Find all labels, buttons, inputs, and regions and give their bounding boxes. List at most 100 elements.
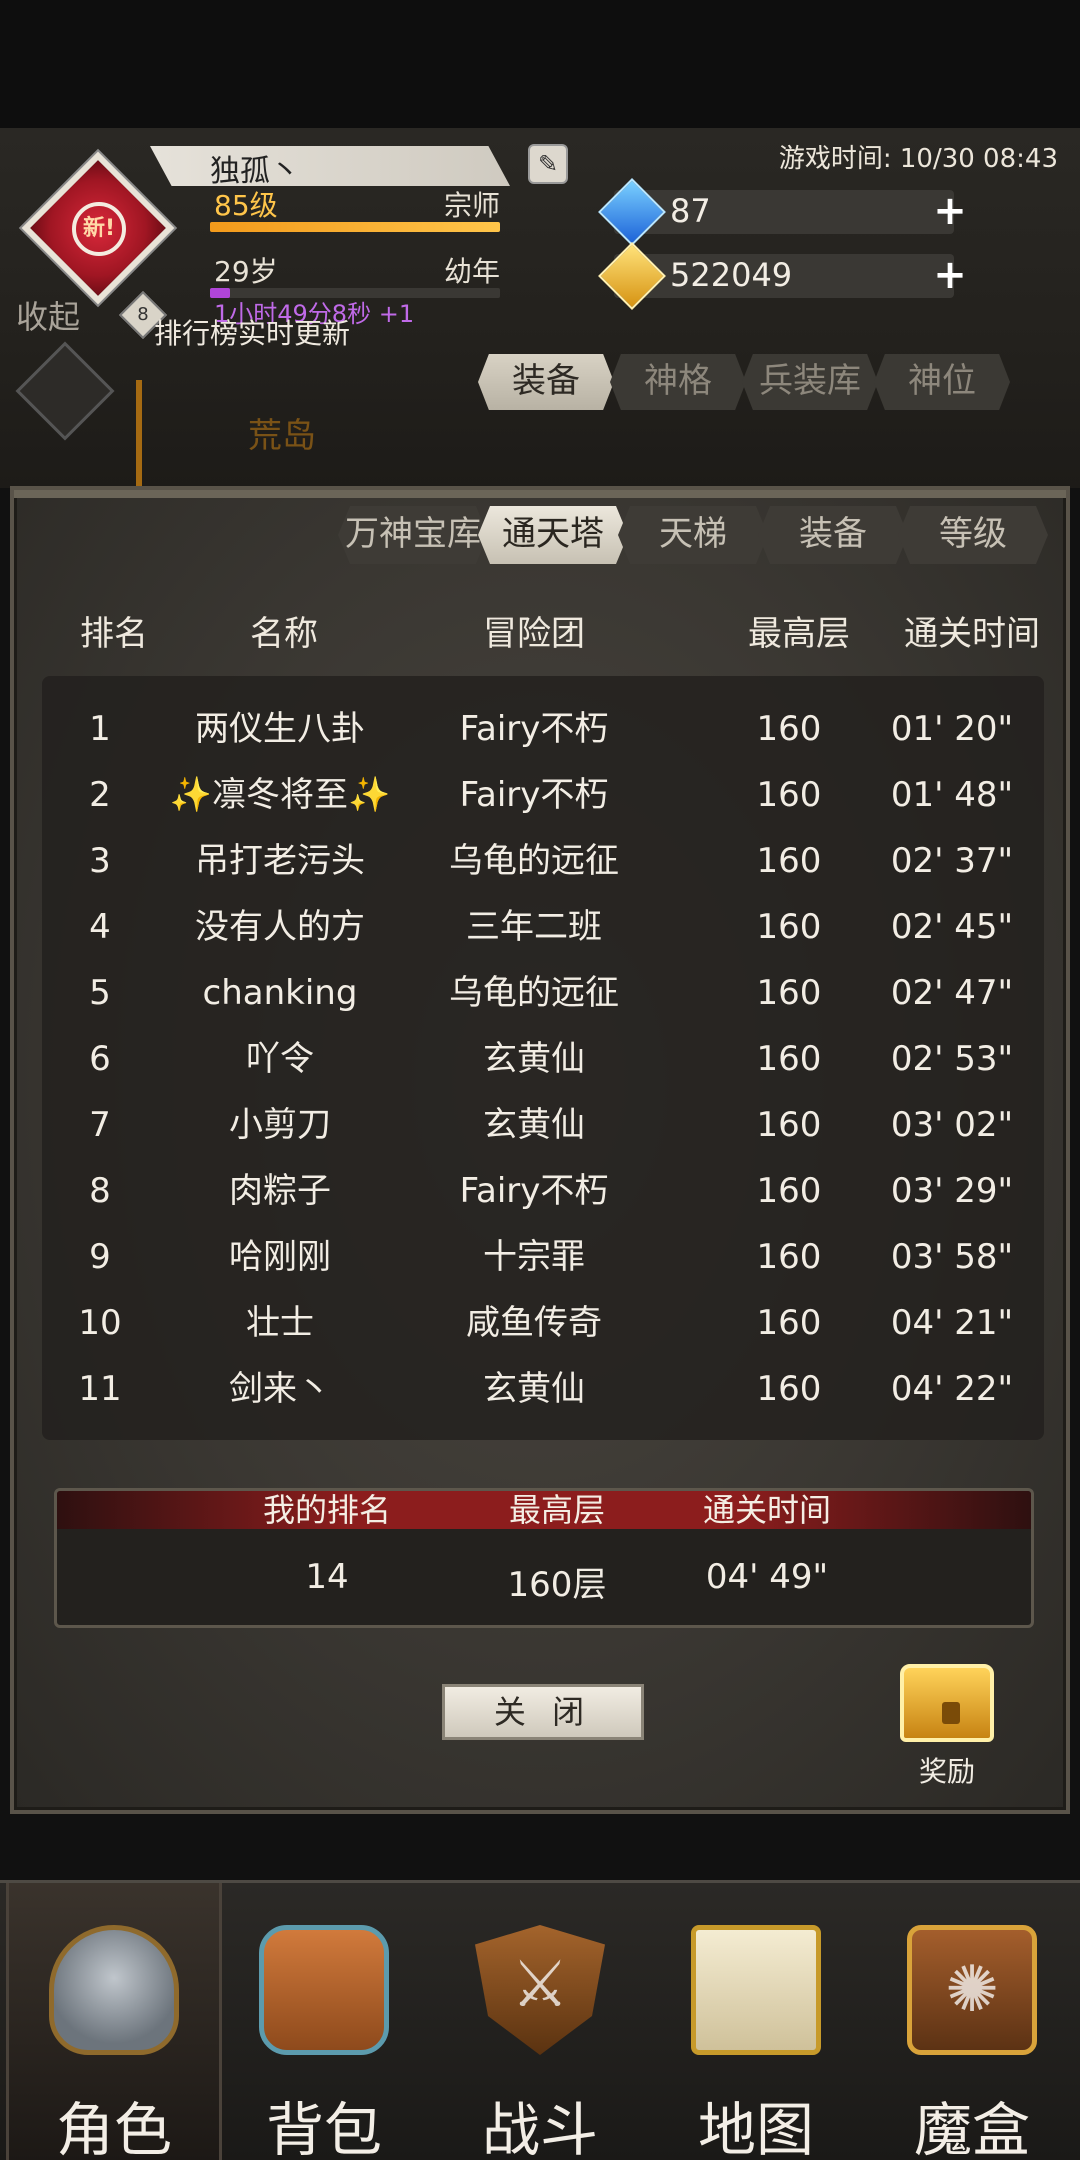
close-button[interactable]: 关 闭 (442, 1684, 644, 1740)
row-time: 03' 29" (890, 1171, 1014, 1211)
row-floor: 160 (756, 1039, 822, 1079)
my-time-label: 通关时间 (702, 1491, 831, 1529)
gem-counter: 87 + (598, 178, 967, 246)
table-row[interactable]: 8 肉粽子 Fairy不朽 160 03' 29" (42, 1158, 1044, 1224)
tab-armory[interactable]: 兵装库 (742, 354, 878, 410)
nav-item-character[interactable]: 角色 (6, 1883, 222, 2160)
tab-level-rank[interactable]: 等级 (898, 506, 1048, 564)
avatar[interactable]: 新! 8 (21, 151, 175, 340)
table-row[interactable]: 2 ✨凛冬将至✨ Fairy不朽 160 01' 48" (42, 762, 1044, 828)
my-ranking-box: 我的排名 最高层 通关时间 14 160层 04' 49" (54, 1488, 1034, 1628)
my-floor-label: 最高层 (508, 1491, 605, 1529)
ranking-panel: 万神宝库 通天塔 天梯 装备 等级 排名 名称 冒险团 最高层 通关时间 1 两… (10, 486, 1070, 1814)
avatar-new-label: 新! (72, 202, 126, 256)
row-time: 03' 58" (890, 1237, 1014, 1277)
gold-value: 522049 (670, 256, 793, 294)
table-row[interactable]: 3 吊打老污头 乌龟的远征 160 02' 37" (42, 828, 1044, 894)
nav-item-backpack[interactable]: 背包 (216, 1883, 432, 2160)
column-header-guild: 冒险团 (483, 614, 585, 654)
tab-ladder[interactable]: 天梯 (618, 506, 768, 564)
row-time: 01' 20" (890, 709, 1014, 749)
table-row[interactable]: 10 壮士 咸鱼传奇 160 04' 21" (42, 1290, 1044, 1356)
tab-god-position[interactable]: 神位 (874, 354, 1010, 410)
row-rank: 4 (89, 907, 111, 947)
row-time: 04' 21" (890, 1303, 1014, 1343)
row-guild: 玄黄仙 (483, 1039, 585, 1079)
add-gold-button[interactable]: + (932, 255, 968, 295)
row-time: 04' 22" (890, 1369, 1014, 1409)
row-name: 两仪生八卦 (195, 709, 365, 749)
level-progress-fill (210, 222, 500, 232)
row-rank: 2 (89, 775, 111, 815)
age-stage: 幼年 (444, 255, 501, 288)
table-row[interactable]: 9 哈刚刚 十宗罪 160 03' 58" (42, 1224, 1044, 1290)
row-guild: 乌龟的远征 (449, 841, 619, 881)
nav-item-map[interactable]: 地图 (648, 1883, 864, 2160)
row-guild: Fairy不朽 (459, 709, 609, 749)
row-rank: 6 (89, 1039, 111, 1079)
gem-value: 87 (670, 192, 711, 230)
row-rank: 5 (89, 973, 111, 1013)
row-guild: Fairy不朽 (459, 775, 609, 815)
row-floor: 160 (756, 907, 822, 947)
collapse-label: 收起 (16, 298, 81, 336)
row-guild: 三年二班 (466, 907, 602, 947)
row-guild: 乌龟的远征 (449, 973, 619, 1013)
table-row[interactable]: 7 小剪刀 玄黄仙 160 03' 02" (42, 1092, 1044, 1158)
table-row[interactable]: 6 吖令 玄黄仙 160 02' 53" (42, 1026, 1044, 1092)
row-name: 肉粽子 (229, 1171, 331, 1211)
column-header-time: 通关时间 (904, 614, 1040, 654)
box-glyph: ✺ (945, 1953, 999, 2027)
row-guild: 咸鱼传奇 (466, 1303, 602, 1343)
gold-counter: 522049 + (598, 242, 967, 310)
row-rank: 10 (78, 1303, 122, 1343)
add-gems-button[interactable]: + (932, 191, 968, 231)
row-name: 吊打老污头 (195, 841, 365, 881)
panel-edge-decoration (136, 380, 142, 490)
collapse-button[interactable] (12, 338, 122, 448)
my-rank-label: 我的排名 (262, 1491, 391, 1529)
row-time: 02' 45" (890, 907, 1014, 947)
table-row[interactable]: 4 没有人的方 三年二班 160 02' 45" (42, 894, 1044, 960)
collapse-icon (15, 341, 115, 441)
table-row[interactable]: 1 两仪生八卦 Fairy不朽 160 01' 20" (42, 696, 1044, 762)
row-name: 吖令 (246, 1039, 314, 1079)
column-header-floor: 最高层 (748, 614, 850, 654)
row-name: 剑来丶 (229, 1369, 331, 1409)
tab-equipment-rank[interactable]: 装备 (758, 506, 908, 564)
row-time: 02' 53" (890, 1039, 1014, 1079)
tab-pantheon-vault[interactable]: 万神宝库 (338, 506, 488, 564)
scroll-map-icon (691, 1925, 821, 2055)
player-header: 新! 8 独孤丶 ✎ 85级 宗师 29岁 幼年 1小时49分8秒 +1 游戏时… (0, 128, 1080, 490)
row-rank: 9 (89, 1237, 111, 1277)
nav-item-magic-box[interactable]: ✺ 魔盒 (864, 1883, 1080, 2160)
nav-label: 背包 (265, 2096, 382, 2160)
my-floor-value: 160层 (507, 1565, 607, 1605)
ranking-tabs: 万神宝库 通天塔 天梯 装备 等级 (338, 506, 1048, 564)
reward-label: 奖励 (918, 1755, 975, 1788)
row-rank: 3 (89, 841, 111, 881)
nav-label: 魔盒 (913, 2096, 1030, 2160)
tab-equipment[interactable]: 装备 (478, 354, 614, 410)
column-header-name: 名称 (250, 614, 318, 654)
tab-sky-tower[interactable]: 通天塔 (478, 506, 628, 564)
player-title: 宗师 (444, 189, 501, 222)
row-time: 02' 47" (890, 973, 1014, 1013)
tab-divinity[interactable]: 神格 (610, 354, 746, 410)
reward-button[interactable]: 奖励 (892, 1656, 1002, 1788)
table-row[interactable]: 5 chanking 乌龟的远征 160 02' 47" (42, 960, 1044, 1026)
magic-box-icon: ✺ (907, 1925, 1037, 2055)
row-guild: Fairy不朽 (459, 1171, 609, 1211)
row-floor: 160 (756, 973, 822, 1013)
my-time-value: 04' 49" (705, 1557, 829, 1597)
row-name: chanking (202, 973, 358, 1013)
nav-label: 地图 (697, 2096, 814, 2160)
my-rank-value: 14 (305, 1557, 349, 1597)
nav-item-battle[interactable]: ⚔ 战斗 (432, 1883, 648, 2160)
row-rank: 7 (89, 1105, 111, 1145)
edit-icon[interactable]: ✎ (528, 144, 568, 184)
shield-sword-icon: ⚔ (475, 1925, 605, 2055)
gold-icon (598, 242, 666, 310)
row-time: 01' 48" (890, 775, 1014, 815)
table-row[interactable]: 11 剑来丶 玄黄仙 160 04' 22" (42, 1356, 1044, 1422)
